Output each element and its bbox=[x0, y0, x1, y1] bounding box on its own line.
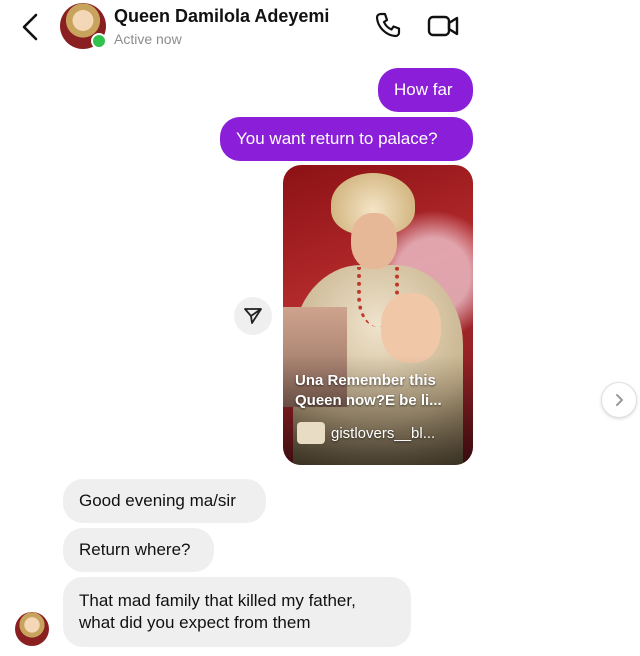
next-button[interactable] bbox=[601, 382, 637, 418]
contact-name[interactable]: Queen Damilola Adeyemi bbox=[114, 6, 329, 27]
post-image-face bbox=[351, 213, 397, 269]
phone-icon bbox=[375, 12, 401, 38]
video-call-button[interactable] bbox=[426, 11, 460, 41]
chat-header: Queen Damilola Adeyemi Active now bbox=[0, 0, 640, 56]
message-text: Good evening ma/sir bbox=[79, 491, 236, 510]
back-button[interactable] bbox=[18, 12, 44, 42]
incoming-message[interactable]: That mad family that killed my father, w… bbox=[63, 577, 411, 647]
account-logo-icon bbox=[297, 422, 325, 444]
incoming-message[interactable]: Return where? bbox=[63, 528, 214, 572]
online-indicator bbox=[91, 33, 107, 49]
incoming-message[interactable]: Good evening ma/sir bbox=[63, 479, 266, 523]
share-button[interactable] bbox=[234, 297, 272, 335]
active-status: Active now bbox=[114, 31, 182, 47]
post-account-name[interactable]: gistlovers__bl... bbox=[331, 425, 435, 443]
outgoing-message[interactable]: How far bbox=[378, 68, 473, 112]
shared-post[interactable]: Una Remember this Queen now?E be li... g… bbox=[283, 165, 473, 465]
chevron-right-icon bbox=[616, 394, 623, 406]
post-image-baby bbox=[381, 293, 441, 363]
contact-avatar[interactable] bbox=[60, 3, 107, 49]
audio-call-button[interactable] bbox=[373, 10, 403, 40]
post-caption: Una Remember this Queen now?E be li... bbox=[295, 372, 442, 409]
message-text: How far bbox=[394, 80, 453, 99]
message-text: You want return to palace? bbox=[236, 129, 438, 148]
video-camera-icon bbox=[427, 15, 459, 37]
message-text: That mad family that killed my father, w… bbox=[79, 591, 356, 632]
sender-avatar[interactable] bbox=[15, 612, 49, 646]
chevron-left-icon bbox=[22, 13, 38, 41]
message-text: Return where? bbox=[79, 540, 191, 559]
outgoing-message[interactable]: You want return to palace? bbox=[220, 117, 473, 161]
send-icon bbox=[244, 308, 262, 324]
